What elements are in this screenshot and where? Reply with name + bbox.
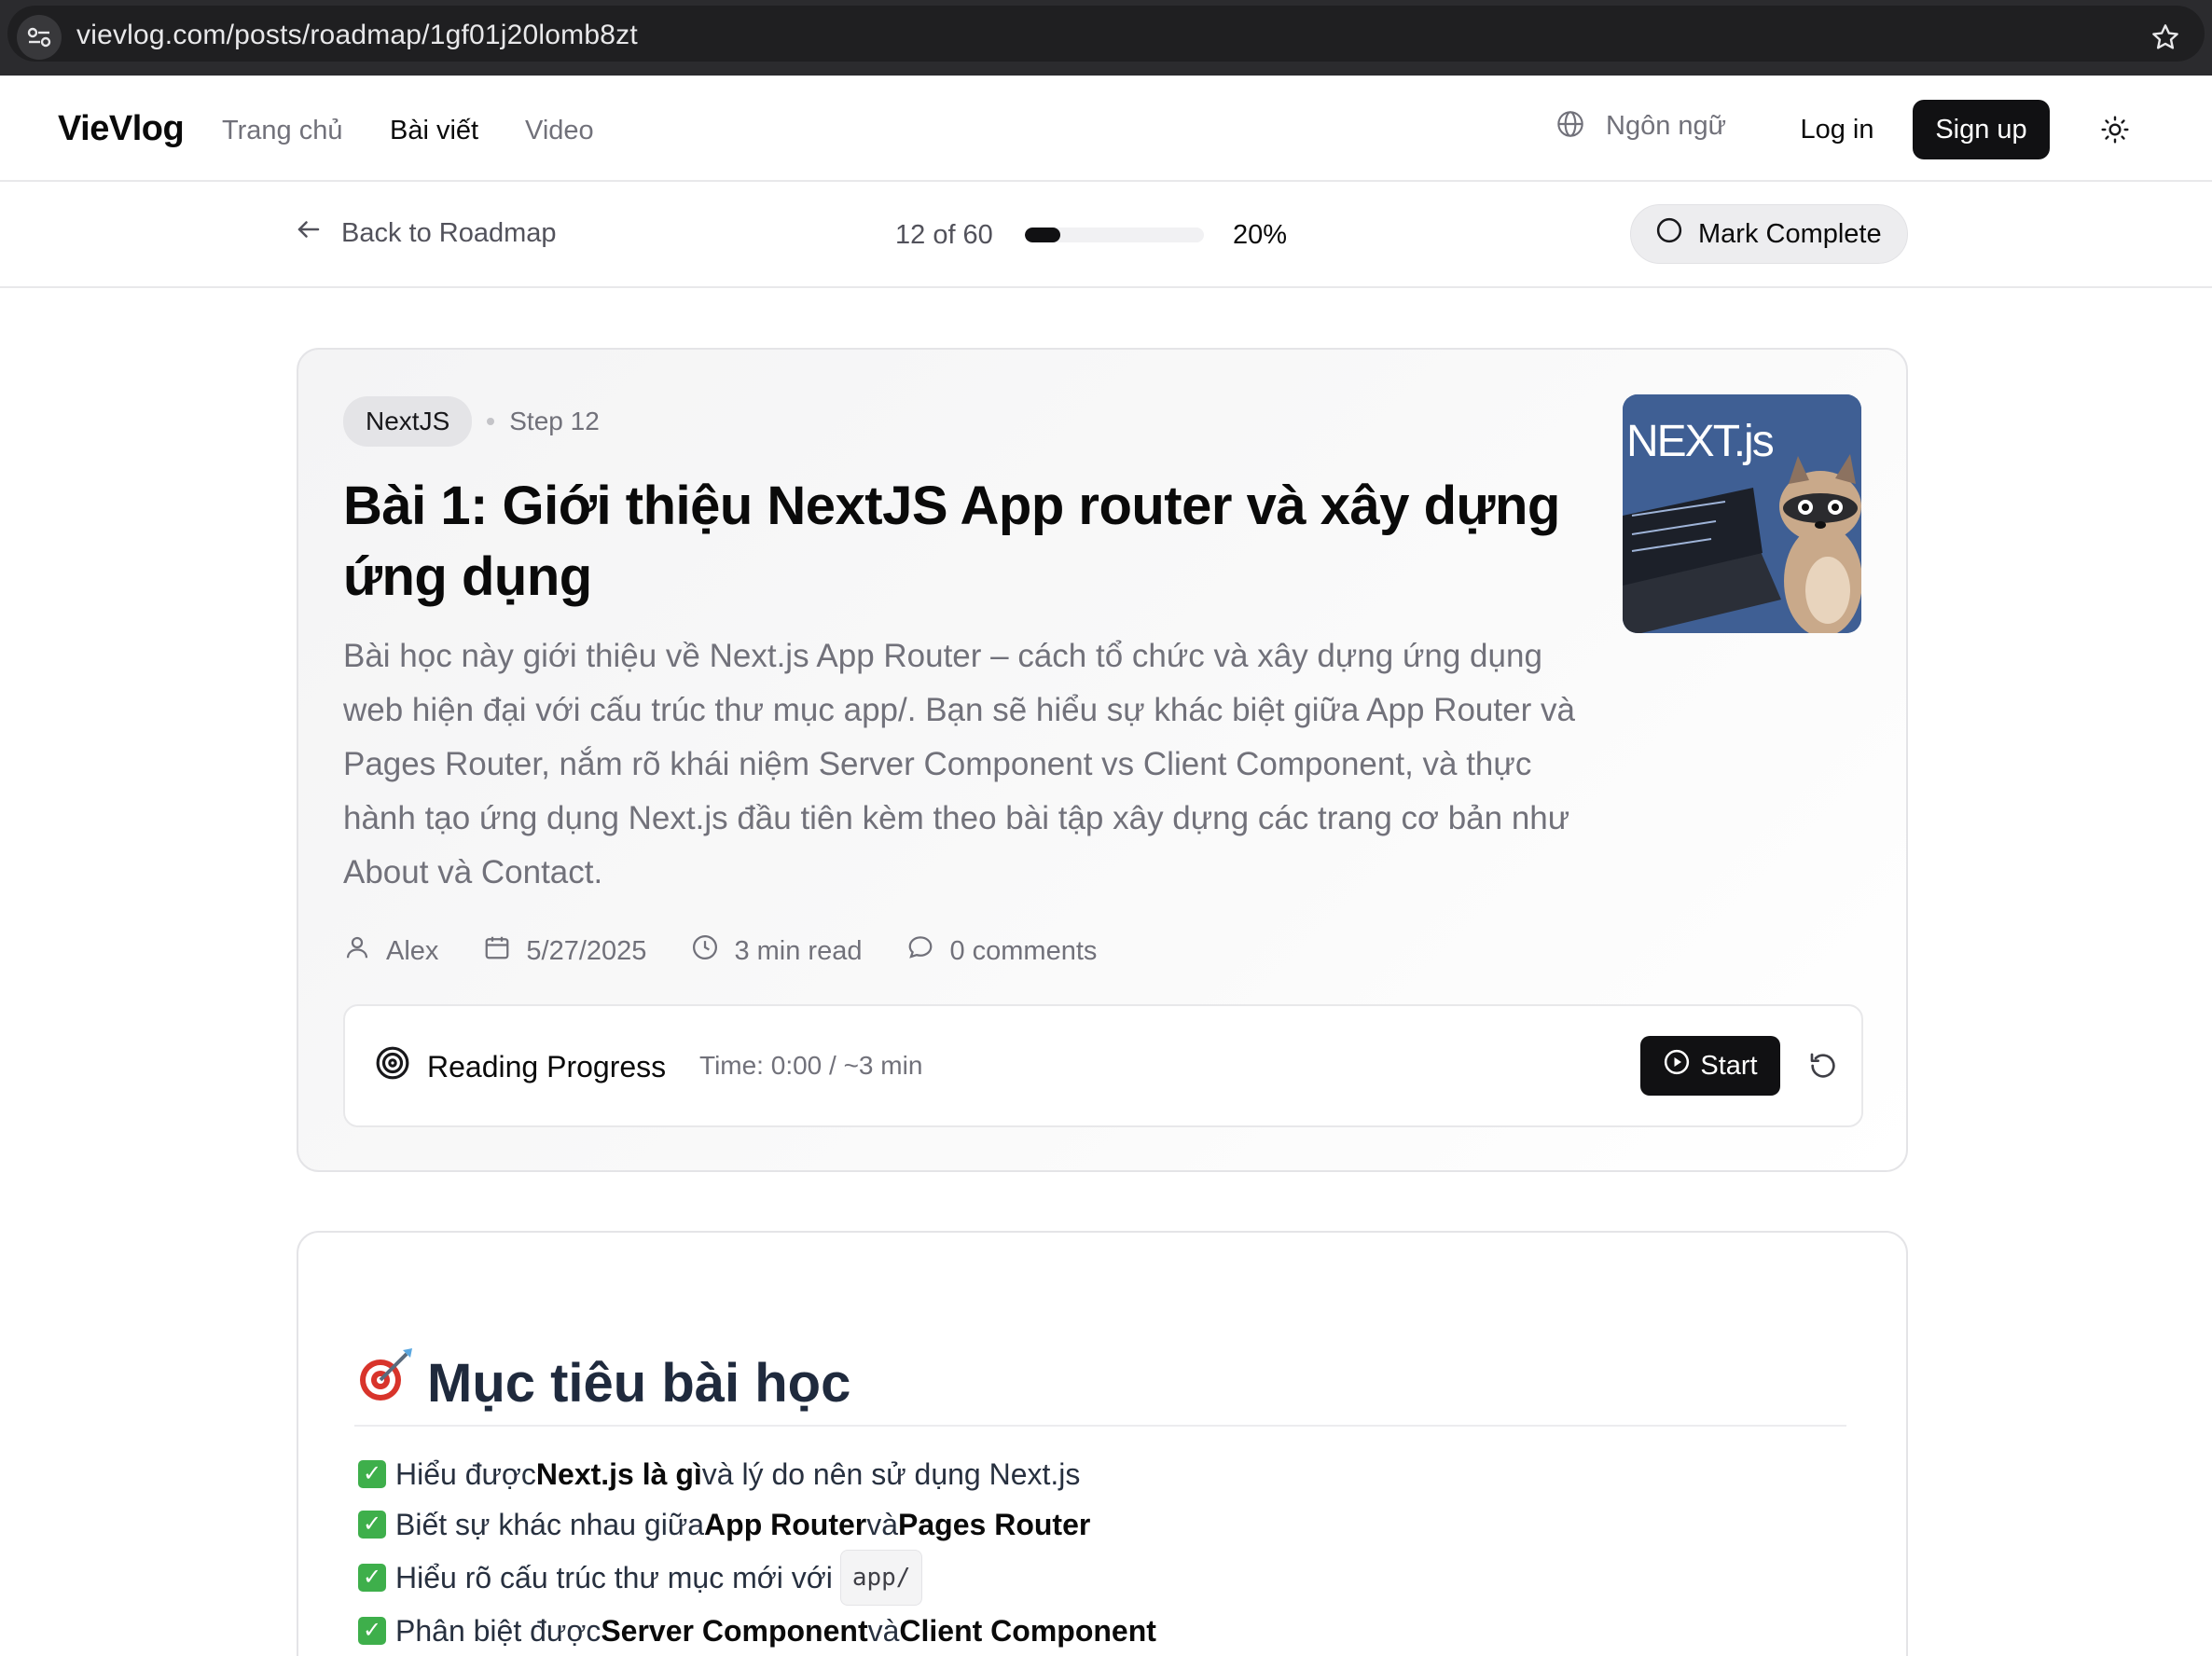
check-mark-icon: ✓ bbox=[358, 1564, 386, 1592]
back-to-roadmap-link[interactable]: Back to Roadmap bbox=[295, 215, 557, 251]
category-tag[interactable]: NextJS bbox=[343, 396, 473, 447]
target-icon bbox=[375, 1045, 410, 1088]
read-time-meta: 3 min read bbox=[691, 933, 862, 969]
reading-progress-label-wrap: Reading Progress bbox=[375, 1045, 666, 1088]
post-hero-card: NextJS Step 12 Bài 1: Giới thiệu NextJS … bbox=[297, 348, 1908, 1172]
reading-timer: Time: 0:00 / ~3 min bbox=[699, 1051, 923, 1080]
user-icon bbox=[343, 933, 371, 969]
dart-target-icon bbox=[354, 1346, 414, 1419]
goal-item: ✓ Hiểu được Next.js là gì và lý do nên s… bbox=[358, 1449, 1156, 1499]
comment-icon bbox=[906, 933, 934, 969]
goal-item: ✓ Hiểu rõ cấu trúc thư mục mới với app/ bbox=[358, 1550, 1156, 1606]
heading-divider bbox=[354, 1425, 1846, 1427]
calendar-icon bbox=[483, 933, 511, 969]
post-description: Bài học này giới thiệu về Next.js App Ro… bbox=[343, 638, 1575, 890]
post-title: Bài 1: Giới thiệu NextJS App router và x… bbox=[343, 476, 1560, 607]
nav-home[interactable]: Trang chủ bbox=[222, 116, 343, 146]
step-counter: 12 of 60 bbox=[895, 220, 993, 250]
nav-video[interactable]: Video bbox=[525, 116, 594, 146]
progress-fill bbox=[1025, 228, 1061, 242]
goal-list: ✓ Hiểu được Next.js là gì và lý do nên s… bbox=[358, 1449, 1156, 1656]
goal-item: ✓ Phân biệt được Server Component và Cli… bbox=[358, 1606, 1156, 1656]
site-settings-icon[interactable] bbox=[17, 15, 62, 60]
separator-dot bbox=[487, 418, 495, 425]
start-label: Start bbox=[1700, 1050, 1758, 1081]
circle-icon bbox=[1655, 216, 1683, 252]
progress-percent: 20% bbox=[1233, 220, 1288, 250]
theme-toggle-sun-icon[interactable] bbox=[2093, 107, 2137, 152]
globe-icon bbox=[1555, 109, 1585, 144]
back-label: Back to Roadmap bbox=[341, 217, 557, 248]
browser-toolbar: vievlog.com/posts/roadmap/1gf01j20lomb8z… bbox=[0, 0, 2212, 76]
author-name[interactable]: Alex bbox=[386, 936, 438, 967]
check-mark-icon: ✓ bbox=[358, 1460, 386, 1488]
progress-track bbox=[1025, 228, 1204, 242]
site-header: VieVlog Trang chủ Bài viết Video Ngôn ng… bbox=[0, 76, 2212, 182]
read-time: 3 min read bbox=[734, 935, 863, 966]
address-bar[interactable]: vievlog.com/posts/roadmap/1gf01j20lomb8z… bbox=[7, 6, 2205, 62]
post-meta: Alex 5/27/2025 3 min read 0 comments bbox=[343, 933, 1141, 969]
post-content-card: Mục tiêu bài học ✓ Hiểu được Next.js là … bbox=[297, 1231, 1908, 1656]
inline-code: app/ bbox=[839, 1550, 923, 1606]
clock-icon bbox=[691, 933, 719, 969]
arrow-left-icon bbox=[295, 215, 323, 251]
reset-timer-icon[interactable] bbox=[1803, 1045, 1844, 1086]
start-reading-button[interactable]: Start bbox=[1640, 1036, 1780, 1096]
tag-row: NextJS Step 12 bbox=[343, 396, 600, 447]
bookmark-star-icon[interactable] bbox=[2145, 17, 2186, 58]
section-heading: Mục tiêu bài học bbox=[354, 1346, 850, 1419]
post-date: 5/27/2025 bbox=[526, 935, 647, 966]
mark-complete-label: Mark Complete bbox=[1698, 218, 1882, 249]
thumbnail-logo-text: NEXT.js bbox=[1626, 417, 1774, 466]
mark-complete-button[interactable]: Mark Complete bbox=[1630, 204, 1908, 264]
roadmap-progress-bar: Back to Roadmap 12 of 60 20% Mark Comple… bbox=[0, 182, 2212, 288]
post-thumbnail: NEXT.js bbox=[1623, 394, 1861, 633]
check-mark-icon: ✓ bbox=[358, 1617, 386, 1645]
date-meta: 5/27/2025 bbox=[483, 933, 646, 969]
comments-meta[interactable]: 0 comments bbox=[906, 933, 1097, 969]
url-text[interactable]: vievlog.com/posts/roadmap/1gf01j20lomb8z… bbox=[76, 20, 638, 51]
signup-button[interactable]: Sign up bbox=[1913, 100, 2050, 159]
goal-item: ✓ Biết sự khác nhau giữa App Router và P… bbox=[358, 1499, 1156, 1550]
step-label: Step 12 bbox=[509, 407, 600, 435]
language-label: Ngôn ngữ bbox=[1606, 111, 1727, 141]
play-circle-icon bbox=[1663, 1048, 1691, 1083]
comments-count: 0 comments bbox=[949, 935, 1098, 966]
author-meta: Alex bbox=[343, 933, 438, 969]
nav-posts[interactable]: Bài viết bbox=[390, 116, 478, 146]
check-mark-icon: ✓ bbox=[358, 1511, 386, 1539]
site-logo[interactable]: VieVlog bbox=[58, 109, 185, 149]
section-heading-text: Mục tiêu bài học bbox=[427, 1352, 851, 1414]
reading-progress-box: Reading Progress Time: 0:00 / ~3 min Sta… bbox=[343, 1004, 1863, 1127]
language-selector[interactable]: Ngôn ngữ bbox=[1555, 109, 1726, 144]
login-button[interactable]: Log in bbox=[1781, 100, 1893, 159]
reading-progress-label: Reading Progress bbox=[427, 1049, 667, 1083]
